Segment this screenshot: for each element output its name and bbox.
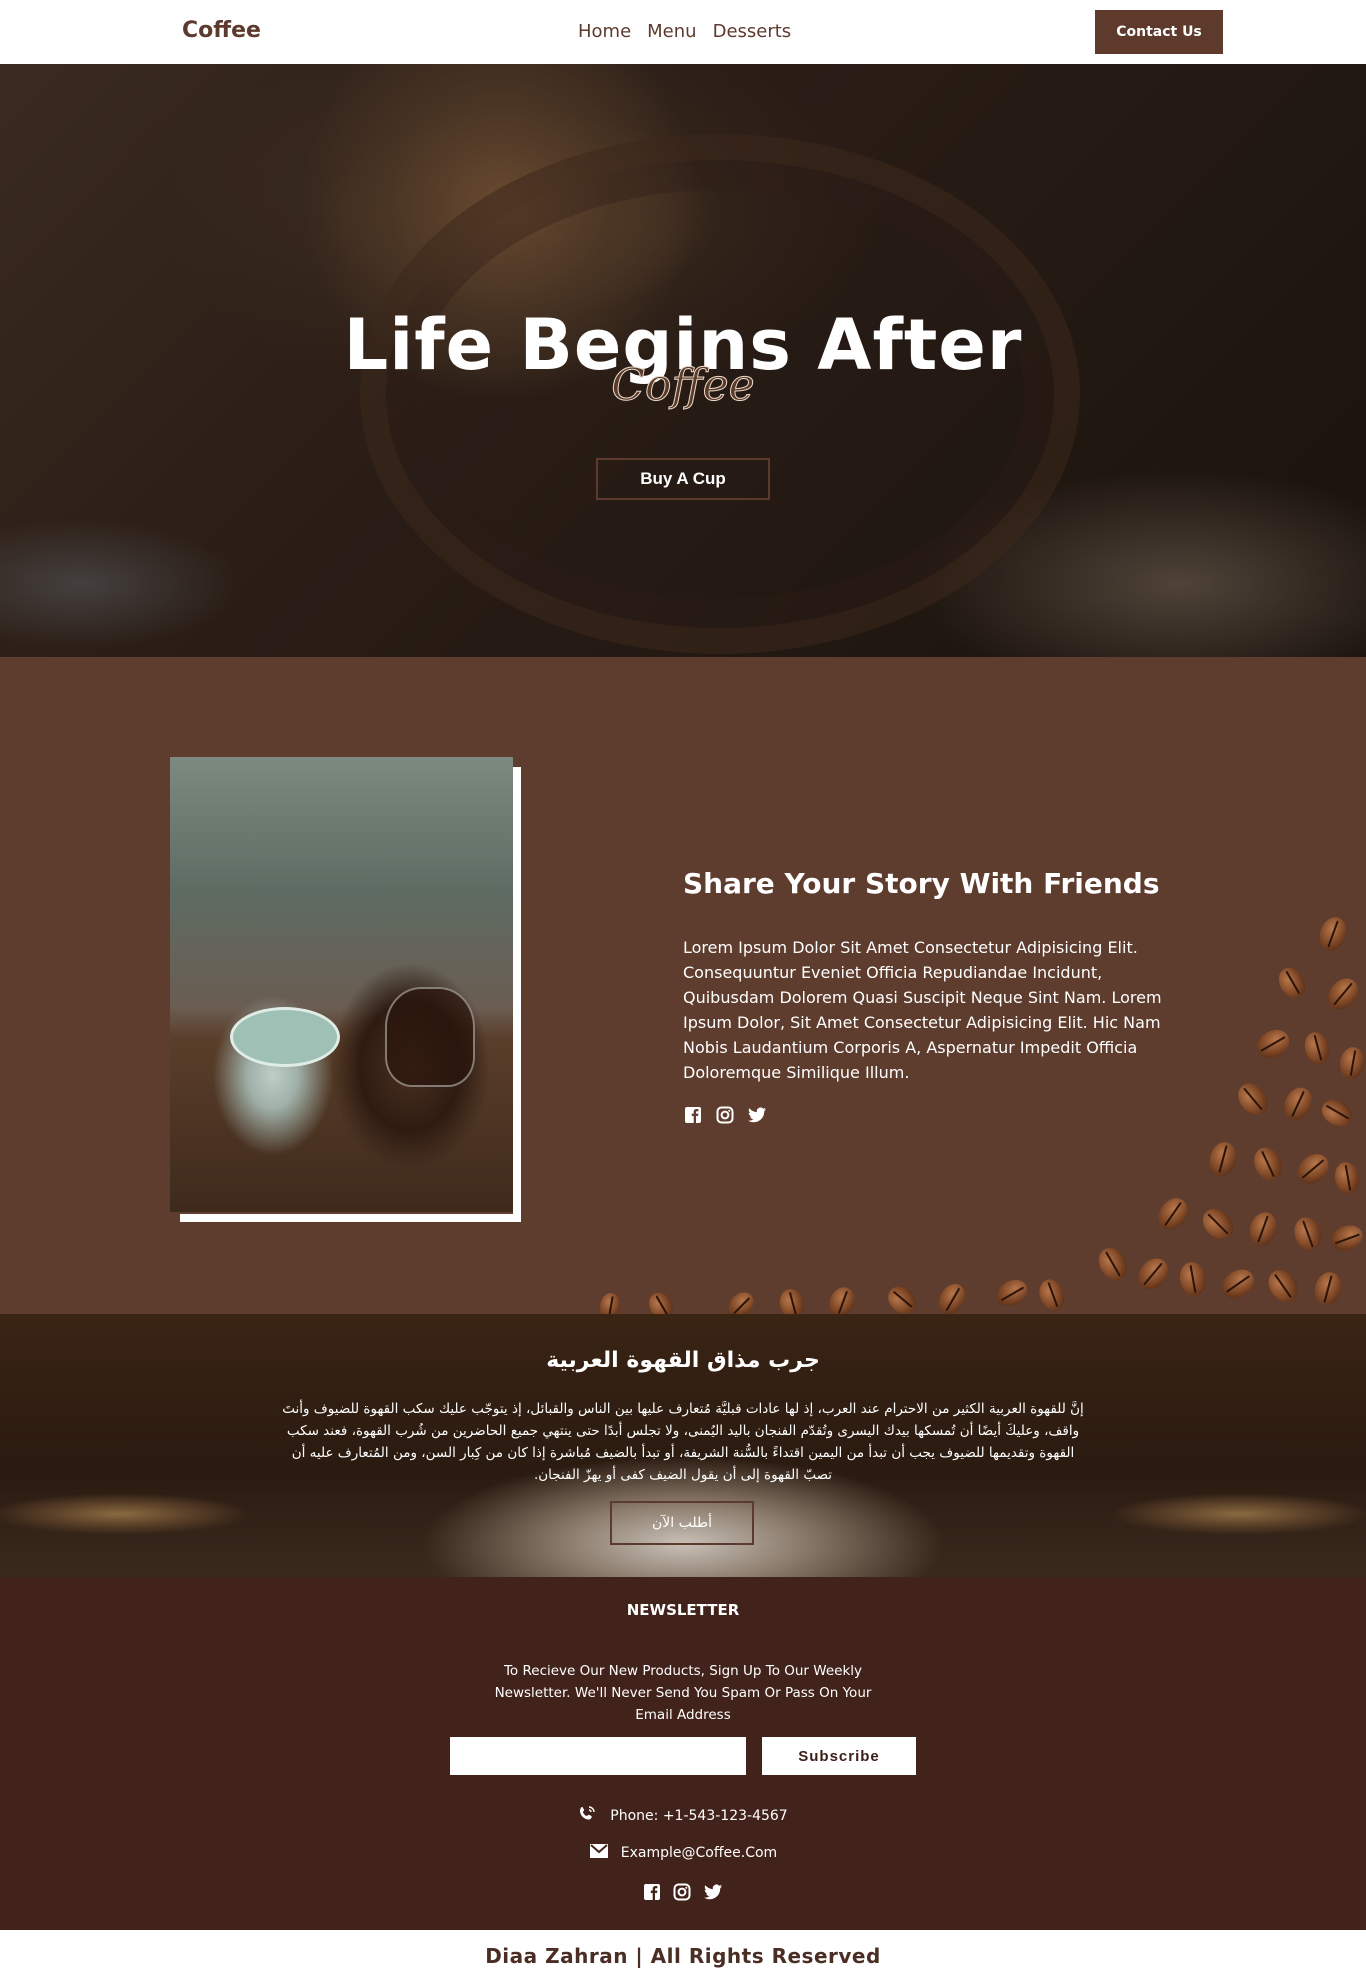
footer: Diaa Zahran | All Rights Reserved: [0, 1930, 1366, 1982]
hero-script-text: Coffee: [611, 360, 755, 412]
story-section: Share Your Story With Friends Lorem Ipsu…: [0, 657, 1366, 1314]
email-text[interactable]: Example@Coffee.Com: [621, 1845, 777, 1861]
arabic-heading: جرب مذاق القهوة العربية: [546, 1348, 820, 1373]
newsletter-email-input[interactable]: [450, 1737, 746, 1775]
nav-link-home[interactable]: Home: [578, 21, 631, 42]
brand-logo[interactable]: Coffee: [182, 18, 261, 43]
hero-section: Life Begins After Coffee Buy A Cup: [0, 64, 1366, 657]
nav-link-menu[interactable]: Menu: [647, 21, 696, 42]
newsletter-section: NEWSLETTER To Recieve Our New Products, …: [0, 1577, 1366, 1930]
newsletter-description: To Recieve Our New Products, Sign Up To …: [494, 1663, 872, 1723]
buy-a-cup-button[interactable]: Buy A Cup: [596, 458, 770, 500]
instagram-icon[interactable]: [673, 1883, 691, 1901]
twitter-icon[interactable]: [703, 1883, 723, 1901]
newsletter-heading: NEWSLETTER: [626, 1601, 740, 1619]
story-heading: Share Your Story With Friends: [683, 867, 1160, 900]
newsletter-social-links: [0, 1883, 1366, 1901]
email-row: Example@Coffee.Com: [0, 1843, 1366, 1863]
contact-us-button[interactable]: Contact Us: [1095, 10, 1223, 54]
top-navbar: Coffee Home Menu Desserts Contact Us: [0, 0, 1366, 64]
order-now-button[interactable]: أطلب الآن: [610, 1501, 754, 1545]
cup-shape: [230, 1007, 340, 1067]
coffee-cup-photo: [170, 757, 513, 1212]
arabic-body: إنَّ للقهوة العربية الكثير من الاحترام ع…: [282, 1401, 1084, 1483]
coffee-beans-decoration: [560, 907, 1366, 1314]
mail-icon: [589, 1843, 609, 1863]
phone-row: Phone: +1-543-123-4567: [0, 1805, 1366, 1827]
phone-icon: [578, 1805, 598, 1827]
nav-menu: Home Menu Desserts: [578, 21, 791, 42]
coffee-pot-shape: [385, 987, 475, 1087]
facebook-icon[interactable]: [643, 1883, 661, 1901]
subscribe-button[interactable]: Subscribe: [762, 1737, 916, 1775]
nav-link-desserts[interactable]: Desserts: [713, 21, 792, 42]
arabic-coffee-section: جرب مذاق القهوة العربية إنَّ للقهوة العر…: [0, 1314, 1366, 1577]
phone-text: Phone: +1-543-123-4567: [610, 1808, 788, 1824]
